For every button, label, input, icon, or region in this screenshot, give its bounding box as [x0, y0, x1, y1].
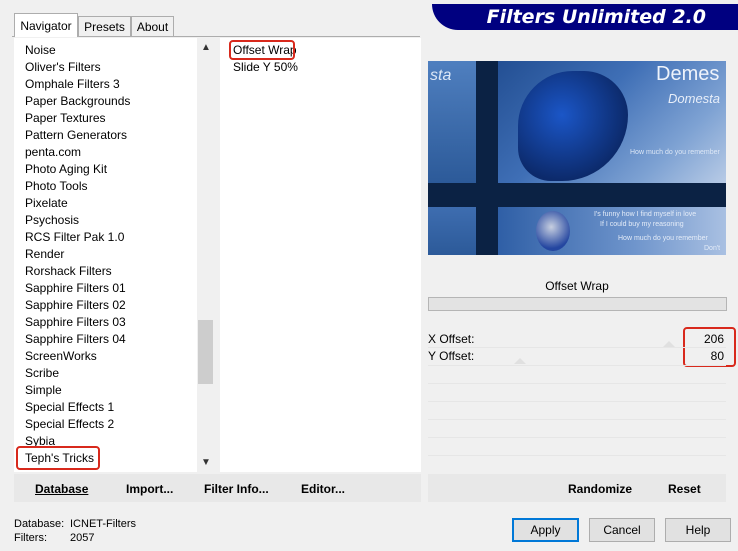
- right-button-bar: Randomize Reset: [428, 474, 726, 502]
- category-item[interactable]: Simple: [25, 382, 62, 399]
- database-value: ICNET-Filters: [70, 518, 136, 530]
- filter-info-button[interactable]: Filter Info...: [204, 482, 269, 496]
- preview-script-3: How much do you remember: [630, 149, 720, 156]
- preview-tile: [428, 207, 476, 255]
- category-item[interactable]: ScreenWorks: [25, 348, 97, 365]
- x-offset-label: X Offset:: [428, 332, 475, 346]
- category-item[interactable]: Oliver's Filters: [25, 59, 101, 76]
- preview-script-1: I's funny how I find myself in love: [594, 211, 697, 218]
- param-row-line: [428, 365, 726, 366]
- param-row-line: [428, 401, 726, 402]
- randomize-button[interactable]: Randomize: [568, 482, 632, 496]
- tab-about[interactable]: About: [131, 16, 174, 36]
- y-offset-label: Y Offset:: [428, 349, 475, 363]
- preview-script-4: Don't: [704, 245, 721, 252]
- scroll-down-icon[interactable]: ▼: [201, 457, 211, 468]
- editor-button[interactable]: Editor...: [301, 482, 345, 496]
- category-item[interactable]: Pixelate: [25, 195, 68, 212]
- database-label: Database:: [14, 518, 65, 530]
- filter-title: Offset Wrap: [545, 279, 609, 293]
- preview-face: [536, 211, 570, 251]
- param-row-line: [428, 437, 726, 438]
- highlight-tephs-tricks: [16, 446, 100, 470]
- tab-presets[interactable]: Presets: [78, 16, 131, 36]
- highlight-offset-wrap: [229, 40, 295, 60]
- preview-script-2: If I could buy my reasoning: [600, 221, 684, 228]
- tab-navigator[interactable]: Navigator: [14, 13, 78, 37]
- preview-script-3b: How much do you remember: [618, 235, 708, 242]
- category-item[interactable]: Special Effects 2: [25, 416, 114, 433]
- category-item[interactable]: Render: [25, 246, 64, 263]
- category-item[interactable]: penta.com: [25, 144, 81, 161]
- database-button[interactable]: Database: [35, 482, 88, 496]
- category-item[interactable]: Sapphire Filters 04: [25, 331, 126, 348]
- preview-hline: [428, 189, 726, 199]
- left-button-bar: Database Import... Filter Info... Editor…: [14, 474, 421, 502]
- category-item[interactable]: Psychosis: [25, 212, 79, 229]
- help-button[interactable]: Help: [665, 518, 731, 542]
- param-row-line: [428, 455, 726, 456]
- scrollbar-thumb[interactable]: [198, 320, 213, 384]
- category-item[interactable]: Noise: [25, 42, 56, 59]
- category-item[interactable]: Sapphire Filters 02: [25, 297, 126, 314]
- category-item[interactable]: Sapphire Filters 01: [25, 280, 126, 297]
- preview-text: sta: [430, 67, 452, 84]
- param-row-line: [428, 347, 726, 348]
- app-banner: Filters Unlimited 2.0: [432, 4, 738, 30]
- category-item[interactable]: Scribe: [25, 365, 59, 382]
- category-item[interactable]: Rorshack Filters: [25, 263, 112, 280]
- preview-image: sta Demes Domesta How much do you rememb…: [428, 61, 726, 255]
- filters-count-label: Filters:: [14, 532, 47, 544]
- category-item[interactable]: RCS Filter Pak 1.0: [25, 229, 124, 246]
- category-scrollbar[interactable]: ▲ ▼: [197, 38, 214, 472]
- cancel-button[interactable]: Cancel: [589, 518, 655, 542]
- reset-button[interactable]: Reset: [668, 482, 701, 496]
- category-item[interactable]: Photo Tools: [25, 178, 88, 195]
- filter-item-slide-y[interactable]: Slide Y 50%: [233, 59, 298, 76]
- category-item[interactable]: Photo Aging Kit: [25, 161, 107, 178]
- category-item[interactable]: Omphale Filters 3: [25, 76, 120, 93]
- import-button[interactable]: Import...: [126, 482, 173, 496]
- param-row-line: [428, 419, 726, 420]
- category-item[interactable]: Pattern Generators: [25, 127, 127, 144]
- y-offset-slider-thumb[interactable]: [514, 358, 526, 364]
- scroll-up-icon[interactable]: ▲: [201, 42, 211, 53]
- filters-count-value: 2057: [70, 532, 95, 544]
- param-row-line: [428, 383, 726, 384]
- preview-brand-1: Demes: [656, 63, 720, 85]
- preview-vline: [482, 61, 492, 255]
- category-item[interactable]: Sapphire Filters 03: [25, 314, 126, 331]
- category-item[interactable]: Paper Backgrounds: [25, 93, 130, 110]
- category-item[interactable]: Special Effects 1: [25, 399, 114, 416]
- apply-button[interactable]: Apply: [512, 518, 579, 542]
- category-item[interactable]: Paper Textures: [25, 110, 106, 127]
- preview-brand-2: Domesta: [668, 91, 721, 106]
- progress-bar: [428, 297, 727, 311]
- filter-list[interactable]: [220, 38, 421, 472]
